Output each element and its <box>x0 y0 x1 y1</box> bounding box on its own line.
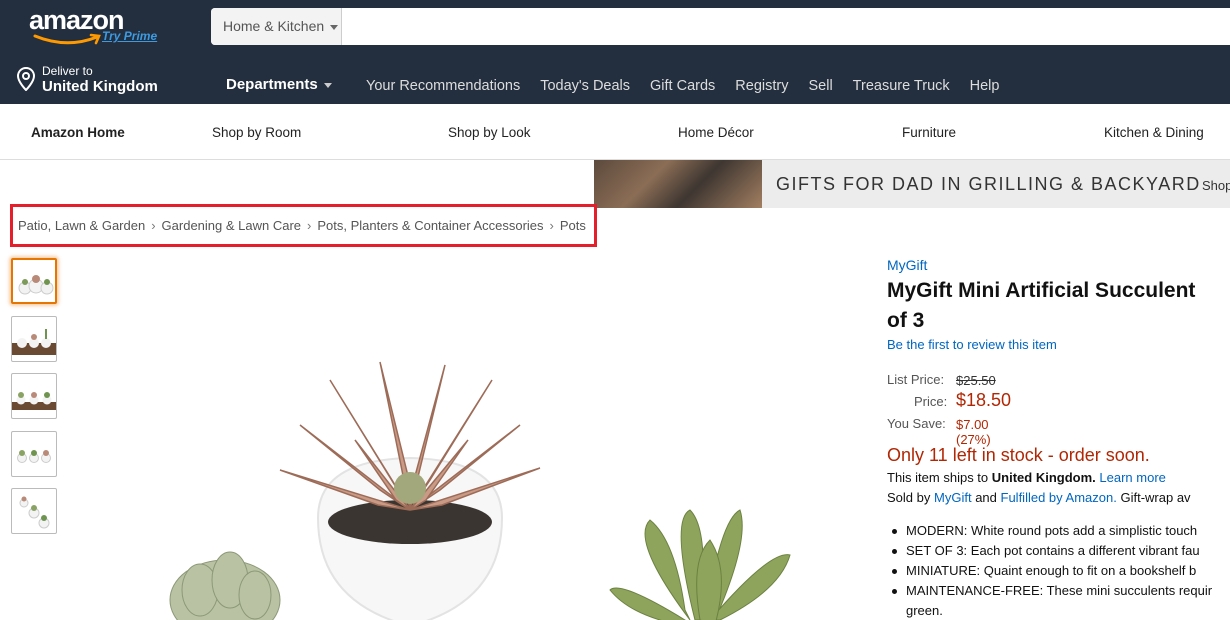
seller-link[interactable]: MyGift <box>934 490 972 505</box>
departments-menu[interactable]: Departments <box>226 76 332 93</box>
you-save-value: $7.00 (27%) <box>956 417 991 447</box>
you-save-label: You Save: <box>887 416 946 431</box>
thumbnail-image <box>17 450 51 463</box>
store-subnav: Amazon Home Shop by Room Shop by Look Ho… <box>0 104 1230 160</box>
thumbnail-image <box>12 392 56 410</box>
promo-banner[interactable]: GIFTS FOR DAD IN GRILLING & BACKYARD Sho… <box>594 160 1230 208</box>
list-price-value: $25.50 <box>956 373 996 388</box>
search-input[interactable] <box>343 8 1230 45</box>
breadcrumb: Patio, Lawn & Garden › Gardening & Lawn Ca… <box>18 218 586 233</box>
thumbnail-image <box>12 329 56 355</box>
succulent-image <box>169 361 791 620</box>
departments-label: Departments <box>226 76 318 93</box>
search-bar: Home & Kitchen <box>211 8 1230 45</box>
product-title: MyGift Mini Artificial Succulent of 3 <box>887 276 1230 336</box>
learn-more-link[interactable]: Learn more <box>1099 470 1165 485</box>
seller-info: Sold by MyGift and Fulfilled by Amazon. … <box>887 490 1191 505</box>
thumbnail-image <box>18 275 54 295</box>
thumbnail-5[interactable] <box>11 488 57 534</box>
brand-link[interactable]: MyGift <box>887 257 927 273</box>
breadcrumb-patio-lawn-garden[interactable]: Patio, Lawn & Garden <box>18 218 145 233</box>
subnav-kitchen-dining[interactable]: Kitchen & Dining <box>1104 125 1204 140</box>
thumbnail-4[interactable] <box>11 431 57 477</box>
feature-bullets: MODERN: White round pots add a simplisti… <box>892 521 1230 620</box>
nav-link-gift-cards[interactable]: Gift Cards <box>650 78 715 98</box>
breadcrumb-pots[interactable]: Pots <box>560 218 586 233</box>
feature-bullet: MAINTENANCE-FREE: These mini succulents … <box>892 581 1230 601</box>
breadcrumb-separator: › <box>549 218 554 233</box>
shipping-info: This item ships to United Kingdom. Learn… <box>887 470 1166 485</box>
thumbnail-2[interactable] <box>11 316 57 362</box>
review-link[interactable]: Be the first to review this item <box>887 337 1057 352</box>
amazon-logo[interactable]: amazon Try Prime <box>29 5 169 45</box>
price-value: $18.50 <box>956 390 1012 410</box>
location-pin-icon <box>16 67 36 91</box>
subnav-amazon-home[interactable]: Amazon Home <box>31 125 125 140</box>
try-prime-link[interactable]: Try Prime <box>102 29 157 43</box>
chevron-down-icon <box>330 24 339 30</box>
thumbnail-1[interactable] <box>11 258 57 304</box>
deliver-country: United Kingdom <box>42 78 158 95</box>
nav-link-sell[interactable]: Sell <box>808 78 832 98</box>
feature-bullet-continued: green. <box>906 603 943 618</box>
search-category-label: Home & Kitchen <box>223 18 325 34</box>
product-title-line1: MyGift Mini Artificial Succulent <box>887 279 1196 302</box>
price-label: Price: <box>914 394 948 409</box>
thumbnail-3[interactable] <box>11 373 57 419</box>
breadcrumb-separator: › <box>151 218 156 233</box>
deliver-to[interactable]: Deliver to United Kingdom <box>16 64 176 96</box>
banner-text: GIFTS FOR DAD IN GRILLING & BACKYARD <box>776 174 1201 194</box>
feature-bullet: MINIATURE: Quaint enough to fit on a boo… <box>892 561 1230 581</box>
and-text: and <box>975 490 997 505</box>
feature-bullet: MODERN: White round pots add a simplisti… <box>892 521 1230 541</box>
nav-links: Your Recommendations Today's Deals Gift … <box>366 78 1019 98</box>
ships-country: United Kingdom. <box>991 470 1096 485</box>
ships-prefix: This item ships to <box>887 470 989 485</box>
breadcrumb-separator: › <box>307 218 312 233</box>
subnav-shop-by-room[interactable]: Shop by Room <box>212 125 301 140</box>
feature-bullet: SET OF 3: Each pot contains a different … <box>892 541 1230 561</box>
stock-status: Only 11 left in stock - order soon. <box>887 445 1150 465</box>
nav-link-todays-deals[interactable]: Today's Deals <box>540 78 630 98</box>
subnav-shop-by-look[interactable]: Shop by Look <box>448 125 531 140</box>
thumbnail-image <box>19 496 50 529</box>
smile-arrow-icon <box>33 33 101 45</box>
nav-link-registry[interactable]: Registry <box>735 78 788 98</box>
gift-wrap-text: Gift-wrap av <box>1120 490 1191 505</box>
nav-link-recommendations[interactable]: Your Recommendations <box>366 78 520 98</box>
breadcrumb-gardening-lawn-care[interactable]: Gardening & Lawn Care <box>162 218 301 233</box>
nav-link-treasure-truck[interactable]: Treasure Truck <box>853 78 950 98</box>
search-category-dropdown[interactable]: Home & Kitchen <box>211 8 342 45</box>
subnav-furniture[interactable]: Furniture <box>902 125 956 140</box>
sold-by-label: Sold by <box>887 490 931 505</box>
breadcrumb-pots-planters[interactable]: Pots, Planters & Container Accessories <box>317 218 543 233</box>
product-title-line2: of 3 <box>887 309 925 332</box>
fulfilled-by-amazon-link[interactable]: Fulfilled by Amazon. <box>1001 490 1117 505</box>
nav-link-help[interactable]: Help <box>970 78 1000 98</box>
subnav-home-decor[interactable]: Home Décor <box>678 125 754 140</box>
top-header: amazon Try Prime Home & Kitchen Deliver … <box>0 0 1230 104</box>
chevron-down-icon <box>323 82 332 88</box>
deliver-label: Deliver to <box>42 64 93 78</box>
main-product-image[interactable] <box>130 340 830 620</box>
banner-shop-link[interactable]: Shop <box>1202 178 1230 193</box>
banner-image <box>594 160 762 208</box>
list-price-label: List Price: <box>887 372 945 387</box>
